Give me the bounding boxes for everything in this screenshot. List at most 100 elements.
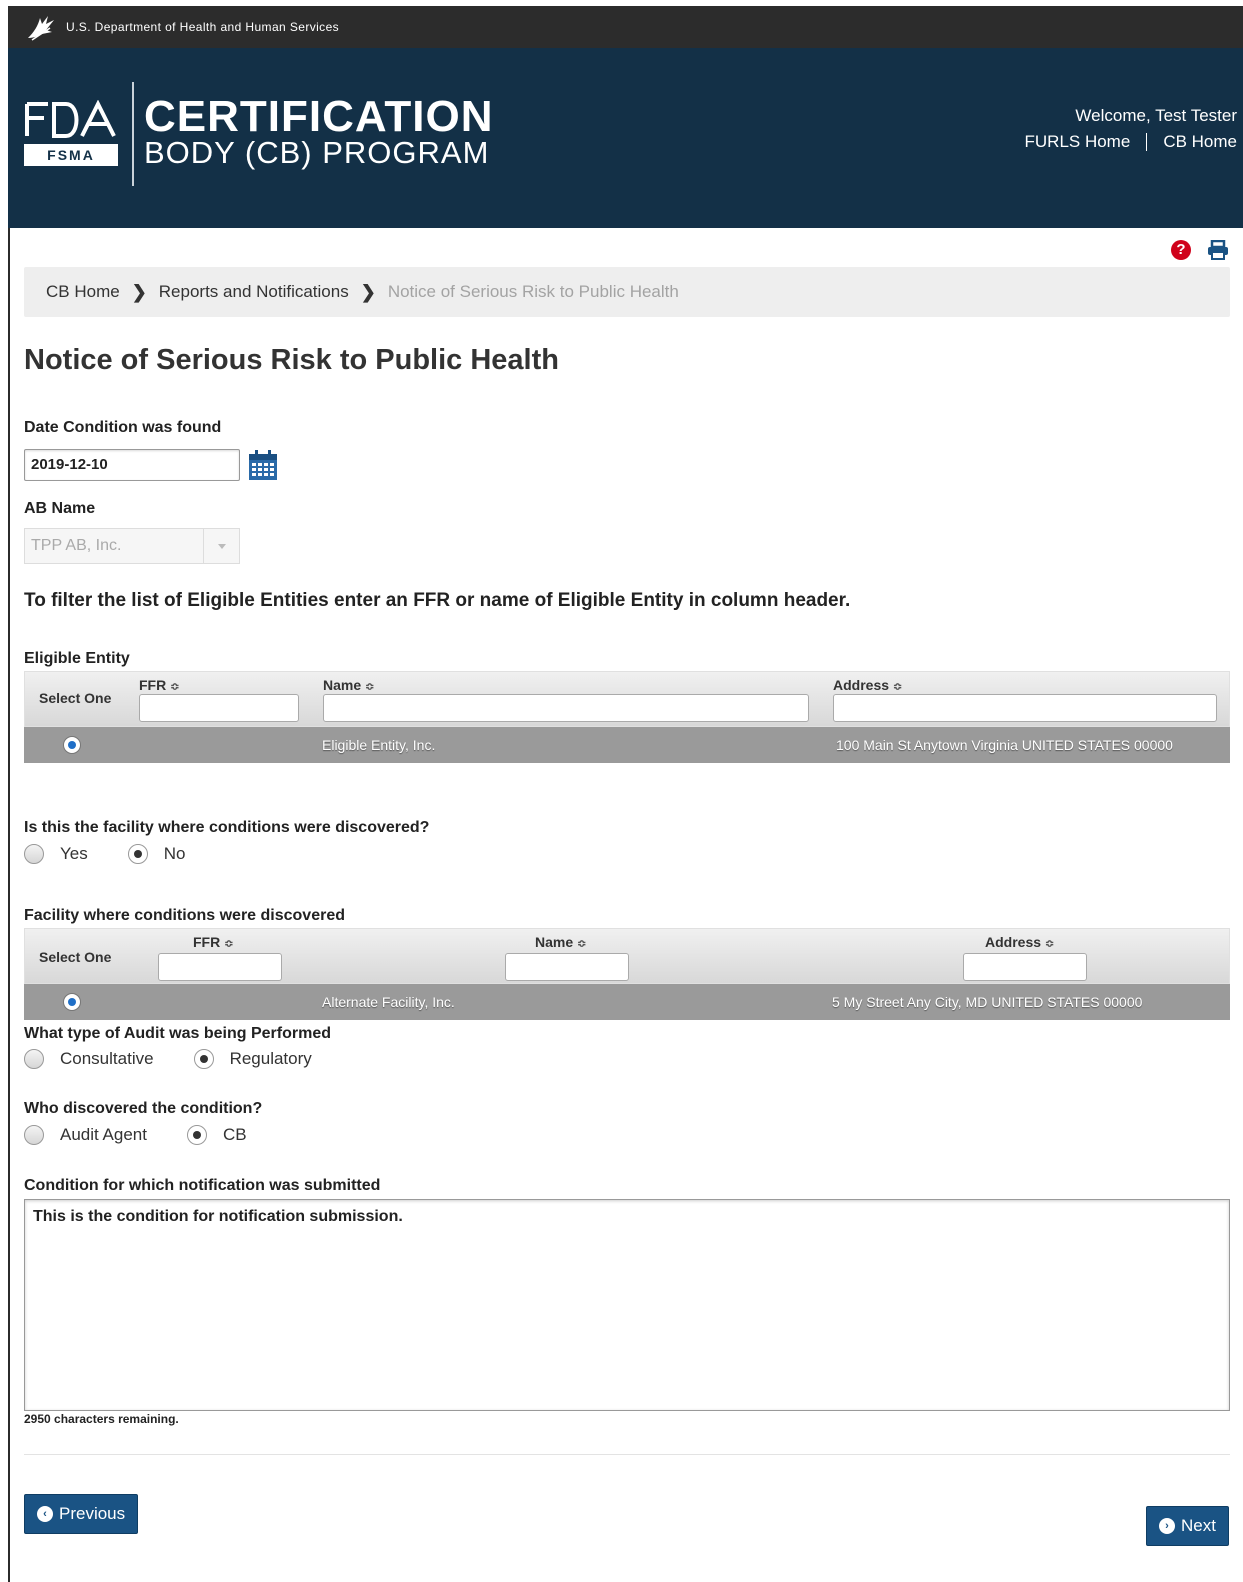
facility-table: Select One FFR ≎ Name ≎ Address ≎ Alternate… (24, 928, 1230, 1020)
row-address: 100 Main St Anytown Virginia UNITED STAT… (836, 737, 1173, 753)
radio-regulatory[interactable] (193, 1049, 214, 1069)
chevron-down-icon (218, 544, 226, 549)
option-yes[interactable]: Yes (24, 844, 88, 864)
top-nav: FURLS Home CB Home (1025, 132, 1237, 152)
next-button[interactable]: › Next (1146, 1506, 1229, 1546)
sort-icon: ≎ (577, 938, 587, 950)
breadcrumb-reports[interactable]: Reports and Notifications (159, 282, 349, 302)
sort-icon: ≎ (1045, 938, 1055, 950)
program-subtitle: BODY (CB) PROGRAM (144, 135, 490, 170)
option-audit-agent[interactable]: Audit Agent (24, 1125, 147, 1145)
ab-name-label: AB Name (24, 500, 96, 517)
address-column-header[interactable]: Address ≎ (985, 934, 1054, 950)
row-select-radio[interactable] (63, 736, 81, 754)
characters-remaining: 2950 characters remaining. (24, 1412, 179, 1426)
column-title: Address (833, 677, 890, 693)
welcome-text: Welcome, Test Tester (1075, 106, 1237, 125)
address-filter-input[interactable] (833, 694, 1217, 722)
breadcrumb-cb-home[interactable]: CB Home (46, 282, 120, 302)
nav-separator (1146, 133, 1148, 151)
ab-name-value: TPP AB, Inc. (31, 537, 122, 554)
sort-icon: ≎ (365, 681, 375, 693)
previous-label: Previous (59, 1504, 126, 1523)
sort-icon: ≎ (893, 681, 903, 693)
facility-table-label: Facility where conditions were discovere… (24, 907, 345, 924)
hhs-eagle-icon (28, 16, 54, 41)
utility-icons: ? (1171, 240, 1229, 260)
option-cb[interactable]: CB (186, 1125, 247, 1145)
calendar-icon[interactable] (248, 449, 278, 481)
address-filter-input[interactable] (963, 953, 1087, 981)
chevron-right-icon: ❯ (131, 281, 147, 302)
dropdown-toggle (203, 529, 239, 563)
option-label: Yes (60, 844, 88, 863)
option-consultative[interactable]: Consultative (24, 1049, 154, 1069)
column-title: Name (535, 934, 574, 950)
radio-audit-agent[interactable] (24, 1125, 44, 1145)
help-icon[interactable]: ? (1171, 240, 1191, 260)
breadcrumb-current: Notice of Serious Risk to Public Health (387, 282, 679, 301)
discoverer-options: Audit Agent CB (24, 1125, 247, 1145)
divider (24, 1454, 1230, 1455)
hhs-label: U.S. Department of Health and Human Serv… (66, 20, 340, 34)
filter-instructions: To filter the list of Eligible Entities … (24, 590, 851, 611)
select-one-header: Select One (39, 690, 112, 706)
column-title: FFR (193, 934, 221, 950)
select-one-header: Select One (39, 949, 112, 965)
address-column-header[interactable]: Address ≎ (833, 677, 902, 693)
option-no[interactable]: No (127, 844, 186, 864)
option-regulatory[interactable]: Regulatory (193, 1049, 312, 1069)
column-title: Address (985, 934, 1042, 950)
option-label: No (163, 844, 186, 863)
next-label: Next (1181, 1516, 1216, 1535)
radio-yes[interactable] (24, 844, 44, 864)
ffr-filter-input[interactable] (139, 694, 299, 722)
name-filter-input[interactable] (323, 694, 809, 722)
fda-fsma-logo: FSMA (24, 100, 118, 166)
row-name: Eligible Entity, Inc. (322, 737, 436, 753)
ab-name-select[interactable]: TPP AB, Inc. (24, 528, 240, 564)
program-banner: FSMA CERTIFICATION BODY (CB) PROGRAM Wel… (8, 48, 1243, 228)
table-row[interactable]: Eligible Entity, Inc. 100 Main St Anytow… (24, 727, 1230, 763)
fsma-badge: FSMA (24, 144, 118, 166)
furls-home-link[interactable]: FURLS Home (1025, 132, 1131, 152)
option-label: Audit Agent (60, 1125, 147, 1144)
sort-icon: ≎ (224, 938, 234, 950)
row-select-radio[interactable] (63, 993, 81, 1011)
option-label: Regulatory (229, 1049, 312, 1068)
audit-type-label: What type of Audit was being Performed (24, 1025, 331, 1042)
radio-no[interactable] (127, 844, 148, 864)
print-icon[interactable] (1207, 240, 1229, 260)
facility-question-options: Yes No (24, 844, 185, 864)
fda-logo-icon (25, 100, 116, 138)
date-label: Date Condition was found (24, 419, 222, 436)
name-filter-input[interactable] (505, 953, 629, 981)
chevron-left-circle-icon: ‹ (37, 1506, 53, 1522)
name-column-header[interactable]: Name ≎ (535, 934, 586, 950)
row-address: 5 My Street Any City, MD UNITED STATES 0… (832, 994, 1143, 1010)
ffr-column-header[interactable]: FFR ≎ (139, 677, 179, 693)
date-input[interactable]: 2019-12-10 (24, 449, 240, 481)
chevron-right-circle-icon: › (1159, 1518, 1175, 1534)
condition-textarea[interactable]: This is the condition for notification s… (24, 1199, 1230, 1411)
table-header: Select One FFR ≎ Name ≎ Address ≎ (24, 671, 1230, 727)
facility-question-label: Is this the facility where conditions we… (24, 819, 430, 836)
table-row[interactable]: Alternate Facility, Inc. 5 My Street Any… (24, 984, 1230, 1020)
cb-home-link[interactable]: CB Home (1163, 132, 1237, 152)
name-column-header[interactable]: Name ≎ (323, 677, 374, 693)
column-title: FFR (139, 677, 167, 693)
table-header: Select One FFR ≎ Name ≎ Address ≎ (24, 928, 1230, 984)
previous-button[interactable]: ‹ Previous (24, 1494, 139, 1534)
ffr-column-header[interactable]: FFR ≎ (193, 934, 233, 950)
option-label: Consultative (60, 1049, 154, 1068)
ffr-filter-input[interactable] (158, 953, 282, 981)
discoverer-label: Who discovered the condition? (24, 1100, 263, 1117)
option-label: CB (222, 1125, 247, 1144)
radio-cb[interactable] (186, 1125, 207, 1145)
column-title: Name (323, 677, 362, 693)
radio-consultative[interactable] (24, 1049, 44, 1069)
eligible-entity-label: Eligible Entity (24, 650, 130, 667)
breadcrumb: CB Home ❯ Reports and Notifications ❯ No… (24, 267, 1230, 317)
eligible-entity-table: Select One FFR ≎ Name ≎ Address ≎ Eligible … (24, 671, 1230, 763)
hhs-bar: U.S. Department of Health and Human Serv… (8, 6, 1243, 48)
